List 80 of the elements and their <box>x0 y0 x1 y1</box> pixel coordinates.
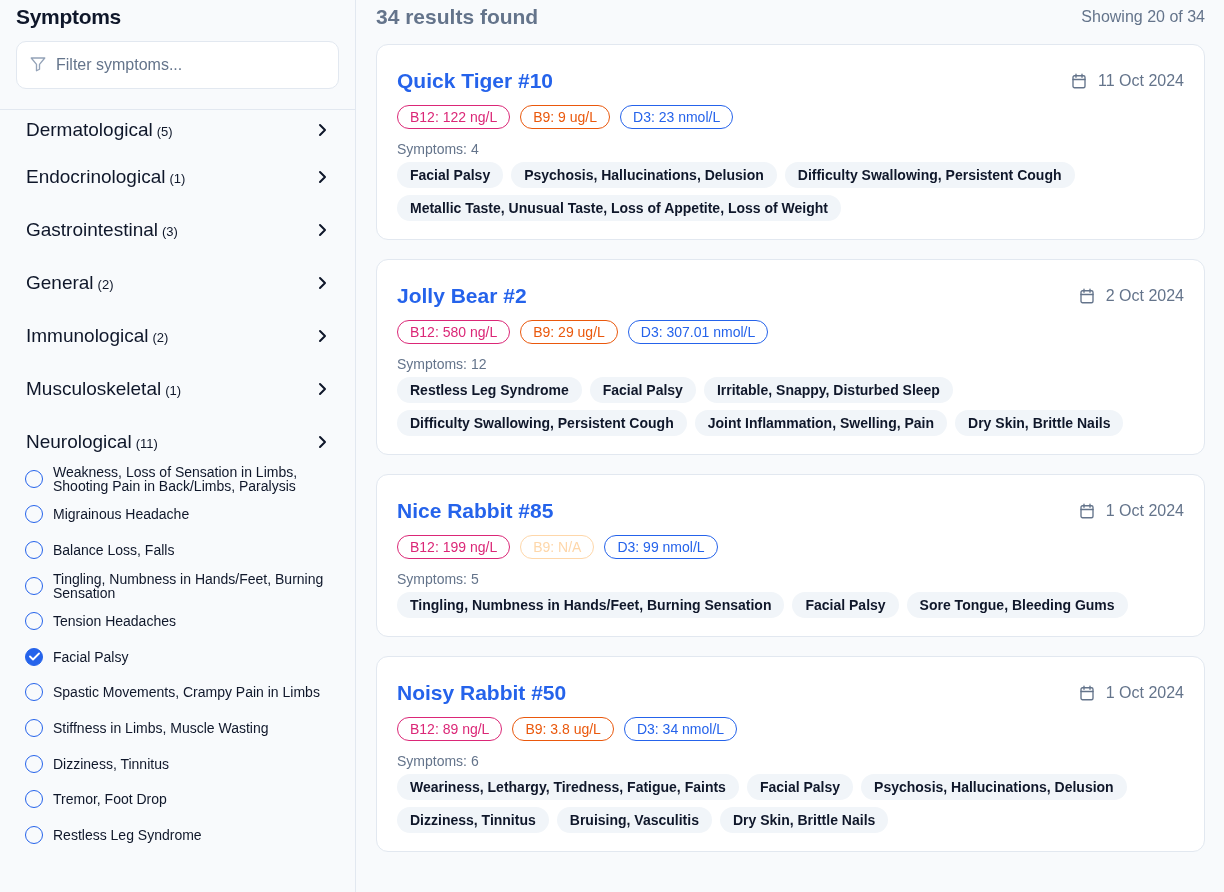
symptom-tag: Facial Palsy <box>397 162 504 188</box>
category-count: (1) <box>165 382 182 398</box>
chevron-icon <box>317 381 327 396</box>
chevron-icon <box>317 123 327 137</box>
symptom-label: Spastic Movements, Crampy Pain in Limbs <box>53 685 320 700</box>
calendar-icon <box>1077 287 1096 305</box>
category-item[interactable]: Dermatological (5) <box>0 110 355 150</box>
symptom-tag: Facial Palsy <box>792 592 899 618</box>
symptom-tag: Restless Leg Syndrome <box>397 377 582 403</box>
symptom-label: Balance Loss, Falls <box>53 543 175 557</box>
category-name: Gastrointestinal <box>26 218 158 240</box>
chevron-icon <box>317 275 327 290</box>
symptom-count: Symptoms: 12 <box>397 356 488 372</box>
result-date: 1 Oct 2024 <box>1105 684 1184 702</box>
chevron-icon <box>317 169 327 184</box>
result-title[interactable]: Quick Tiger #10 <box>397 69 554 93</box>
result-title[interactable]: Nice Rabbit #85 <box>397 499 554 523</box>
symptom-count: Symptoms: 6 <box>397 753 480 769</box>
check-icon <box>28 652 40 662</box>
symptom-tag: Weariness, Lethargy, Tiredness, Fatigue, Faints <box>397 774 739 800</box>
symptom-label: Tingling, Numbness in Hands/Feet, Burning Sensation <box>53 571 325 600</box>
chevron-icon <box>317 222 327 237</box>
results-count: Showing 20 of 34 <box>1081 8 1205 26</box>
category-name: Endocrinological <box>26 165 166 187</box>
results-heading: 34 results found <box>376 5 539 29</box>
symptom-tag: Tingling, Numbness in Hands/Feet, Burning Sensation <box>397 592 785 618</box>
category-name: General <box>26 271 94 293</box>
category-item[interactable]: Musculoskeletal (1) <box>0 362 355 415</box>
symptom-tag: Dizziness, Tinnitus <box>397 807 549 833</box>
calendar-icon <box>1070 72 1088 90</box>
result-title[interactable]: Jolly Bear #2 <box>397 284 527 308</box>
symptom-label: Tremor, Foot Drop <box>53 792 167 807</box>
symptom-tag: Sore Tongue, Bleeding Gums <box>906 592 1128 618</box>
result-date: 1 Oct 2024 <box>1105 502 1184 520</box>
symptom-tag: Joint Inflammation, Swelling, Pain <box>694 410 948 436</box>
symptom-tag: Difficulty Swallowing, Persistent Cough <box>784 162 1075 188</box>
result-date: 11 Oct 2024 <box>1098 72 1184 90</box>
symptom-label: Restless Leg Syndrome <box>53 827 202 842</box>
symptom-count: Symptoms: 4 <box>397 141 480 157</box>
category-count: (3) <box>162 223 178 239</box>
chevron-icon <box>317 434 327 449</box>
symptom-label: Dizziness, Tinnitus <box>53 756 169 771</box>
chevron-icon <box>317 328 327 343</box>
category-name: Neurological <box>26 430 132 452</box>
symptom-tag: Metallic Taste, Unusual Taste, Loss of Appetite, Loss of Weight <box>397 195 841 221</box>
result-date: 2 Oct 2024 <box>1105 287 1184 305</box>
symptom-tag: Facial Palsy <box>589 377 696 403</box>
symptom-tag: Bruising, Vasculitis <box>556 807 712 833</box>
symptom-label: Migrainous Headache <box>53 507 190 522</box>
calendar-icon <box>1077 684 1096 702</box>
category-count: (2) <box>97 276 114 292</box>
category-item[interactable]: General (2) <box>0 256 355 309</box>
category-count: (2) <box>152 329 169 345</box>
category-count: (11) <box>135 435 158 451</box>
symptom-tag: Psychosis, Hallucinations, Delusion <box>511 162 777 188</box>
category-name: Musculoskeletal <box>26 377 162 399</box>
category-count: (5) <box>156 124 173 139</box>
symptom-label: Facial Palsy <box>53 649 129 664</box>
filter-icon <box>29 55 47 73</box>
category-name: Immunological <box>26 324 149 346</box>
symptom-tag: Difficulty Swallowing, Persistent Cough <box>397 410 687 436</box>
symptom-count: Symptoms: 5 <box>397 571 480 587</box>
category-item[interactable]: Gastrointestinal (3) <box>0 203 355 256</box>
symptom-tag: Dry Skin, Brittle Nails <box>719 807 889 833</box>
category-count: (1) <box>169 170 186 186</box>
symptom-tag: Dry Skin, Brittle Nails <box>955 410 1124 436</box>
sidebar-title: Symptoms <box>16 5 122 29</box>
result-title[interactable]: Noisy Rabbit #50 <box>397 681 567 705</box>
symptom-label: Tension Headaches <box>53 614 176 629</box>
radio-button[interactable] <box>25 647 43 666</box>
symptom-tag: Irritable, Snappy, Disturbed Sleep <box>703 377 953 403</box>
category-name: Dermatological <box>26 119 153 140</box>
symptom-label: Stiffness in Limbs, Muscle Wasting <box>53 720 269 735</box>
category-item[interactable]: Immunological (2) <box>0 309 355 362</box>
filter-field[interactable]: Filter symptoms... <box>16 41 339 89</box>
category-item[interactable]: Endocrinological (1) <box>0 150 355 203</box>
calendar-icon <box>1077 502 1096 520</box>
symptom-tag: Psychosis, Hallucinations, Delusion <box>861 774 1127 800</box>
symptom-tag: Facial Palsy <box>746 774 854 800</box>
symptom-label: Weakness, Loss of Sensation in Limbs, Shooting Pain in Back/Limbs, Paralysis <box>53 464 299 493</box>
